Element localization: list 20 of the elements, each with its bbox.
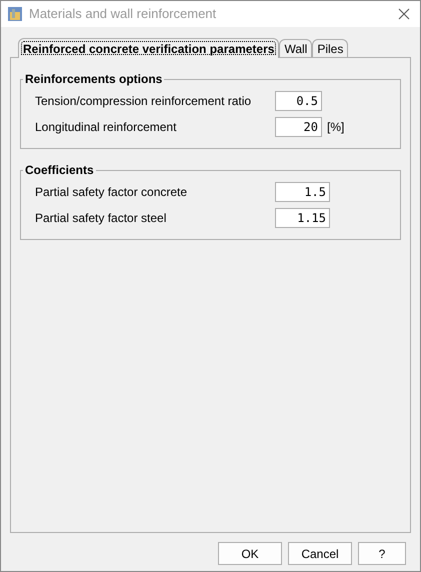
tab[interactable]: Wall [279, 39, 312, 57]
group-title: Coefficients [24, 162, 95, 179]
field-label: Longitudinal reinforcement [35, 119, 178, 136]
window-title: Materials and wall reinforcement [29, 5, 218, 24]
app-icon [7, 6, 23, 22]
unit-label: [%] [327, 119, 344, 136]
field-label: Partial safety factor steel [35, 210, 168, 227]
field-label: Tension/compression reinforcement ratio [35, 93, 252, 110]
input-field[interactable]: 0.5 [275, 91, 322, 111]
input-field[interactable]: 1.5 [275, 182, 330, 202]
tab[interactable]: Reinforced concrete verification parameters [18, 38, 280, 58]
dialog-button[interactable]: Cancel [288, 542, 352, 565]
group-title: Reinforcements options [24, 71, 164, 88]
tab[interactable]: Piles [312, 39, 348, 57]
dialog-button[interactable]: OK [218, 542, 282, 565]
input-field[interactable]: 20 [275, 117, 322, 137]
input-field[interactable]: 1.15 [275, 208, 330, 228]
dialog-button[interactable]: ? [358, 542, 406, 565]
close-icon[interactable] [398, 8, 410, 20]
field-label: Partial safety factor concrete [35, 184, 188, 201]
